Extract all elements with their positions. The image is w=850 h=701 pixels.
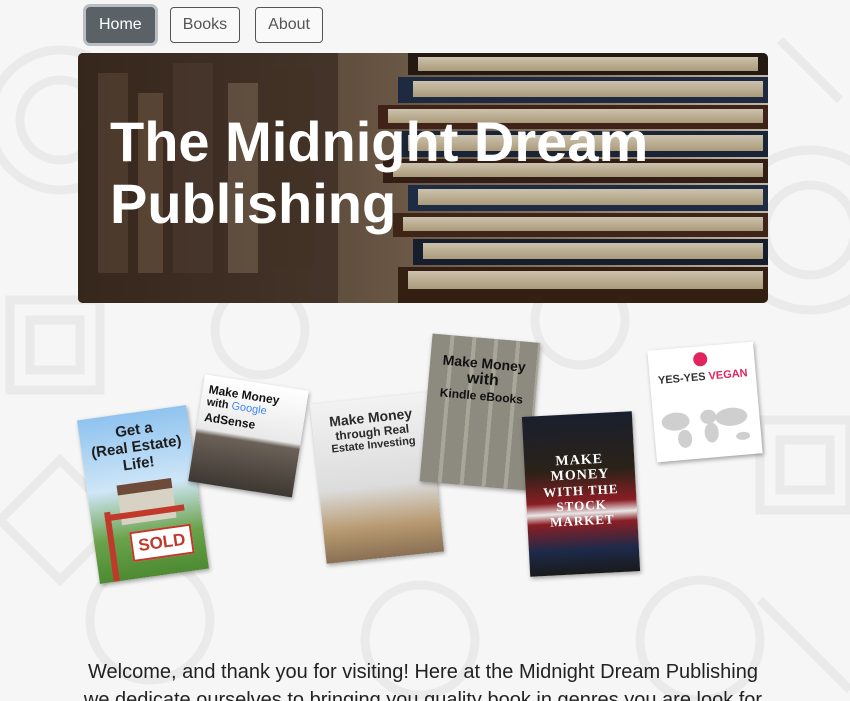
book-title-word: with xyxy=(205,396,230,412)
nav-books-button[interactable]: Books xyxy=(169,7,241,43)
top-nav: Home Books About xyxy=(86,7,323,43)
hero-title: The Midnight Dream Publishing xyxy=(110,110,649,235)
book-title-word: YES-YES xyxy=(657,370,707,387)
book-cover-kindle-ebooks[interactable]: Make Money with Kindle eBooks xyxy=(419,333,541,491)
book-cover-adsense[interactable]: Make Money with Google AdSense xyxy=(188,374,309,498)
vegan-logo-dot xyxy=(692,351,708,367)
nav-about-button[interactable]: About xyxy=(255,7,323,43)
welcome-paragraph: Welcome, and thank you for visiting! Her… xyxy=(83,661,763,701)
book-cover-real-estate-life[interactable]: Get a (Real Estate) Life! SOLD xyxy=(77,405,209,584)
book-title-line: YES-YES VEGAN xyxy=(650,367,757,388)
sold-sign-post xyxy=(104,511,120,582)
nav-home-button[interactable]: Home xyxy=(86,7,155,43)
world-map-graphic xyxy=(661,407,751,448)
book-cover-stock-market[interactable]: MAKE MONEY WITH THE STOCK MARKET xyxy=(521,411,641,577)
sold-sign: SOLD xyxy=(129,523,195,563)
hero-banner: The Midnight Dream Publishing xyxy=(78,53,768,303)
book-cover-collage: Get a (Real Estate) Life! SOLD Make Mone… xyxy=(77,330,768,600)
book-title-word: VEGAN xyxy=(708,367,749,383)
book-cover-yes-yes-vegan[interactable]: YES-YES VEGAN xyxy=(647,341,763,463)
